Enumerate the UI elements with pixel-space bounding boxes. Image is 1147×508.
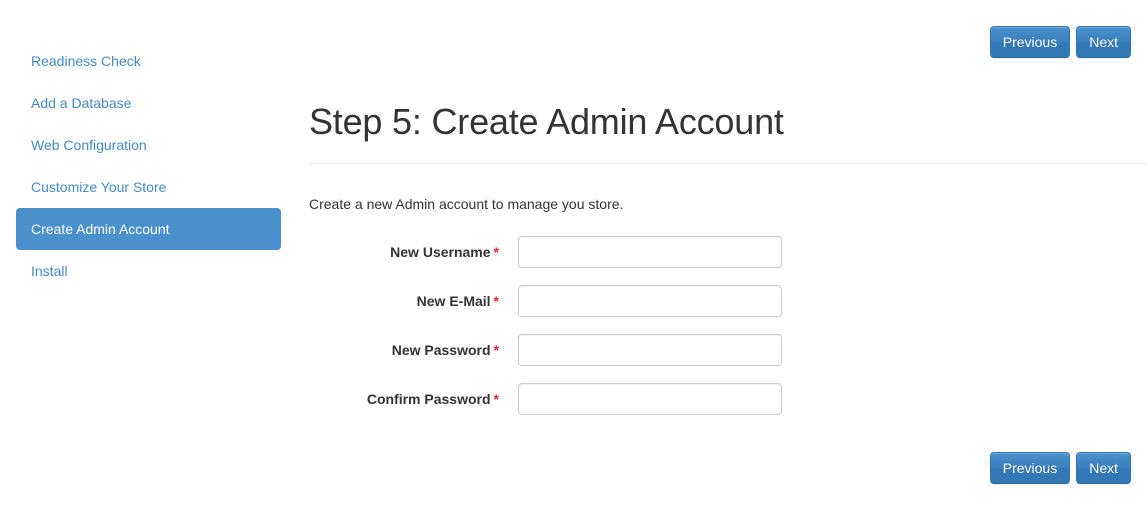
sidebar-item-install[interactable]: Install	[16, 250, 281, 292]
label-new-username-text: New Username	[390, 244, 491, 261]
label-new-email: New E-Mail *	[309, 293, 518, 309]
form-row-new-username: New Username *	[309, 236, 1147, 269]
required-marker-new-username: *	[493, 244, 499, 261]
form-row-new-email: New E-Mail *	[309, 285, 1147, 318]
confirm-password-input[interactable]	[518, 383, 782, 416]
required-marker-new-password: *	[493, 342, 499, 359]
next-button-bottom[interactable]: Next	[1076, 452, 1131, 484]
label-new-username: New Username *	[309, 244, 518, 260]
previous-button-bottom[interactable]: Previous	[989, 452, 1071, 484]
sidebar-nav: Readiness Check Add a Database Web Confi…	[16, 40, 281, 292]
sidebar-item-readiness-check[interactable]: Readiness Check	[16, 40, 281, 82]
form-row-new-password: New Password *	[309, 334, 1147, 367]
label-new-password-text: New Password	[391, 342, 491, 359]
sidebar-item-web-configuration[interactable]: Web Configuration	[16, 124, 281, 166]
installer-page: Previous Next Readiness Check Add a Data…	[0, 0, 1147, 508]
form-row-confirm-password: Confirm Password *	[309, 383, 1147, 416]
sidebar-item-create-admin-account[interactable]: Create Admin Account	[16, 208, 281, 250]
title-divider	[309, 163, 1147, 165]
required-marker-confirm-password: *	[493, 391, 499, 408]
sidebar-item-add-a-database[interactable]: Add a Database	[16, 82, 281, 124]
new-password-input[interactable]	[518, 334, 782, 367]
main-content: Step 5: Create Admin Account Create a ne…	[309, 0, 1147, 432]
new-email-input[interactable]	[518, 285, 782, 318]
admin-account-form: New Username * New E-Mail * New Password * …	[309, 214, 1147, 416]
page-description: Create a new Admin account to manage you…	[309, 196, 624, 213]
label-new-password: New Password *	[309, 342, 518, 358]
required-marker-new-email: *	[493, 293, 499, 310]
bottom-nav-buttons: Previous Next	[989, 452, 1131, 484]
label-confirm-password-text: Confirm Password	[366, 391, 491, 408]
sidebar-item-customize-your-store[interactable]: Customize Your Store	[16, 166, 281, 208]
label-new-email-text: New E-Mail	[416, 293, 491, 310]
label-confirm-password: Confirm Password *	[309, 391, 518, 407]
page-title: Step 5: Create Admin Account	[309, 101, 784, 142]
new-username-input[interactable]	[518, 236, 782, 269]
